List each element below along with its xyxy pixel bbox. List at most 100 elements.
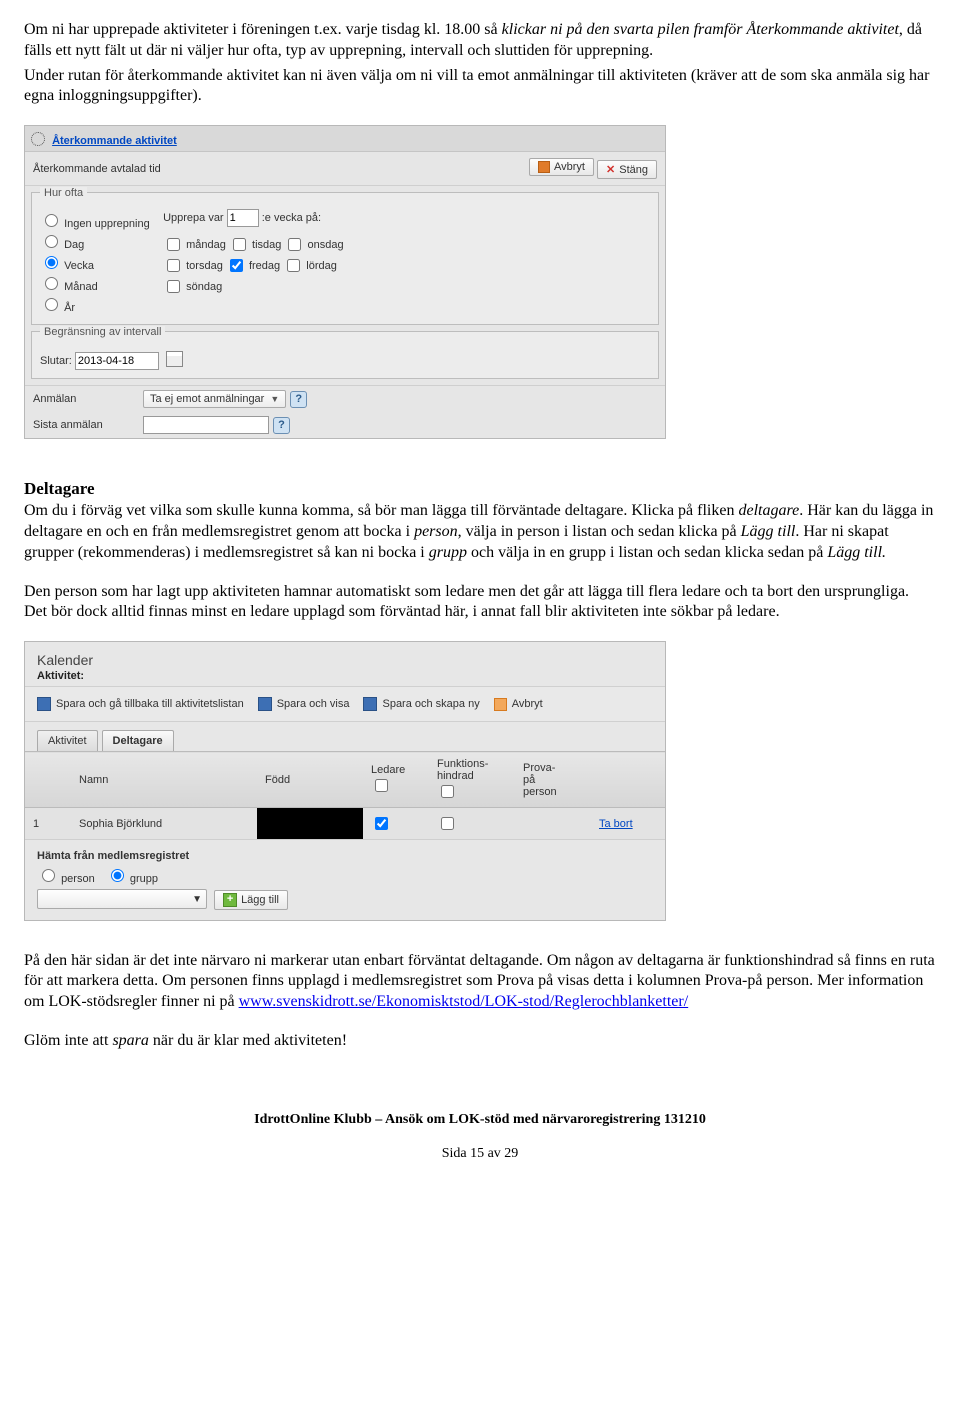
chk-friday[interactable]: fredag [226,260,280,272]
recurring-header: Återkommande aktivitet [25,126,665,152]
remove-link[interactable]: Ta bort [599,818,633,830]
intro-block: Om ni har upprepade aktiviteter i föreni… [24,20,936,107]
chk-wednesday[interactable]: onsdag [284,239,343,251]
participants-p1: Om du i förväg vet vilka som skulle kunn… [24,501,936,563]
interval-limit-legend: Begränsning av intervall [40,326,165,338]
how-often-legend: Hur ofta [40,187,87,199]
recurring-header-link[interactable]: Återkommande aktivitet [52,135,177,147]
chk-monday[interactable]: måndag [163,239,226,251]
lbl-monday: måndag [186,239,226,251]
after-p1: På den här sidan är det inte närvaro ni … [24,951,936,1013]
cell-remove: Ta bort [591,808,665,840]
calendar-sub: Aktivitet: [37,670,653,682]
d-p1a: Om du i förväg vet vilka som skulle kunn… [24,502,738,519]
recurring-close-button[interactable]: ✕ Stäng [597,160,657,179]
chk-sunday[interactable]: söndag [163,281,222,293]
page-footer: IdrottOnline Klubb – Ansök om LOK-stöd m… [24,1112,936,1162]
cancel-icon [538,161,550,173]
radio-month-label: Månad [64,281,98,293]
radio-person-label: person [61,873,95,885]
lbl-saturday: lördag [306,260,337,272]
save-back-label: Spara och gå tillbaka till aktivitetslis… [56,698,244,710]
how-often-fieldset: Hur ofta Ingen upprepning Dag Vecka Måna… [31,192,659,325]
col-disabled: Funktions- hindrad [429,752,515,808]
cell-name: Sophia Björklund [71,808,257,840]
cancel-button[interactable]: Avbryt [494,697,543,711]
calendar-icon[interactable] [166,351,183,367]
after-block-2: Glöm inte att spara när du är klar med a… [24,1031,936,1052]
after-p2: Glöm inte att spara när du är klar med a… [24,1031,936,1052]
repeat-post: :e vecka på: [262,212,321,224]
fetch-from-registry: Hämta från medlemsregistret person grupp… [25,840,665,920]
col-leader-checkbox[interactable] [375,779,388,792]
fetch-label: Hämta från medlemsregistret [37,850,653,862]
footer-total: 29 [504,1146,518,1161]
ends-date-input[interactable] [75,352,159,370]
signup-label: Anmälan [33,393,143,405]
chk-tuesday[interactable]: tisdag [229,239,281,251]
recurring-cancel-button[interactable]: Avbryt [529,158,594,176]
radio-year[interactable]: År [40,295,160,314]
radio-group[interactable]: grupp [106,873,158,885]
tab-participants[interactable]: Deltagare [102,730,174,751]
d-p1h: grupp [429,544,467,561]
last-signup-input[interactable] [143,416,269,434]
lbl-tuesday: tisdag [252,239,281,251]
help-icon[interactable]: ? [290,391,307,408]
radio-day-label: Dag [64,239,84,251]
chk-saturday[interactable]: lördag [283,260,337,272]
table-row: 1 Sophia Björklund Ta bort [25,808,665,840]
radio-group-label: grupp [130,873,158,885]
col-tryout: Prova- på person [515,752,591,808]
col-actions [591,752,665,808]
signup-select[interactable]: Ta ej emot anmälningar ▼ [143,390,286,408]
recurring-avtalad-row: Återkommande avtalad tid Avbryt ✕ Stäng [25,152,665,186]
col-leader-text: Ledare [371,764,405,776]
lbl-wednesday: onsdag [308,239,344,251]
save-icon [37,697,51,711]
add-button-label: Lägg till [241,894,279,906]
save-back-button[interactable]: Spara och gå tillbaka till aktivitetslis… [37,697,244,711]
chevron-down-icon-2: ▼ [192,894,202,905]
radio-person[interactable]: person [37,873,95,885]
row-disabled-checkbox[interactable] [441,817,454,830]
repeat-count-input[interactable] [227,209,259,227]
radio-none[interactable]: Ingen upprepning [40,211,160,230]
participants-p2: Den person som har lagt upp aktiviteten … [24,582,936,624]
cell-disabled [429,808,515,840]
chk-thursday[interactable]: torsdag [163,260,223,272]
participants-section: Deltagare Om du i förväg vet vilka som s… [24,479,936,563]
ends-label: Slutar: [40,355,72,367]
row-leader-checkbox[interactable] [375,817,388,830]
save-new-label: Spara och skapa ny [382,698,479,710]
last-signup-label: Sista anmälan [33,419,143,431]
after-p2a: Glöm inte att [24,1032,112,1049]
signup-select-text: Ta ej emot anmälningar [150,393,264,405]
d-p1i: och välja in en grupp i listan och sedan… [467,544,827,561]
save-new-button[interactable]: Spara och skapa ny [363,697,479,711]
after-p2b: spara [112,1032,148,1049]
radio-month[interactable]: Månad [40,274,160,293]
add-button[interactable]: + Lägg till [214,890,288,910]
save-icon-3 [363,697,377,711]
recurring-activity-panel: Återkommande aktivitet Återkommande avta… [24,125,666,439]
tab-strip: Aktivitet Deltagare [25,722,665,751]
col-disabled-checkbox[interactable] [441,785,454,798]
radio-week[interactable]: Vecka [40,253,160,272]
radio-day[interactable]: Dag [40,232,160,251]
after-p2c: när du är klar med aktiviteten! [149,1032,347,1049]
repeat-radio-group: Ingen upprepning Dag Vecka Månad År [40,209,160,316]
save-show-label: Spara och visa [277,698,350,710]
fetch-dropdown[interactable]: ▼ [37,889,207,909]
d-p1e: , välja in person i listan och sedan kli… [458,523,741,540]
col-name: Namn [71,752,257,808]
chevron-down-icon: ▼ [270,394,279,404]
help-icon-2[interactable]: ? [273,417,290,434]
lok-rules-link[interactable]: www.svenskidrott.se/Ekonomisktstod/LOK-s… [239,993,689,1010]
save-show-button[interactable]: Spara och visa [258,697,350,711]
calendar-panel: Kalender Aktivitet: Spara och gå tillbak… [24,641,666,921]
cancel-label: Avbryt [512,698,543,710]
cancel-icon-2 [494,698,507,711]
tab-activity[interactable]: Aktivitet [37,730,98,751]
col-disabled-text: Funktions- hindrad [437,758,488,782]
